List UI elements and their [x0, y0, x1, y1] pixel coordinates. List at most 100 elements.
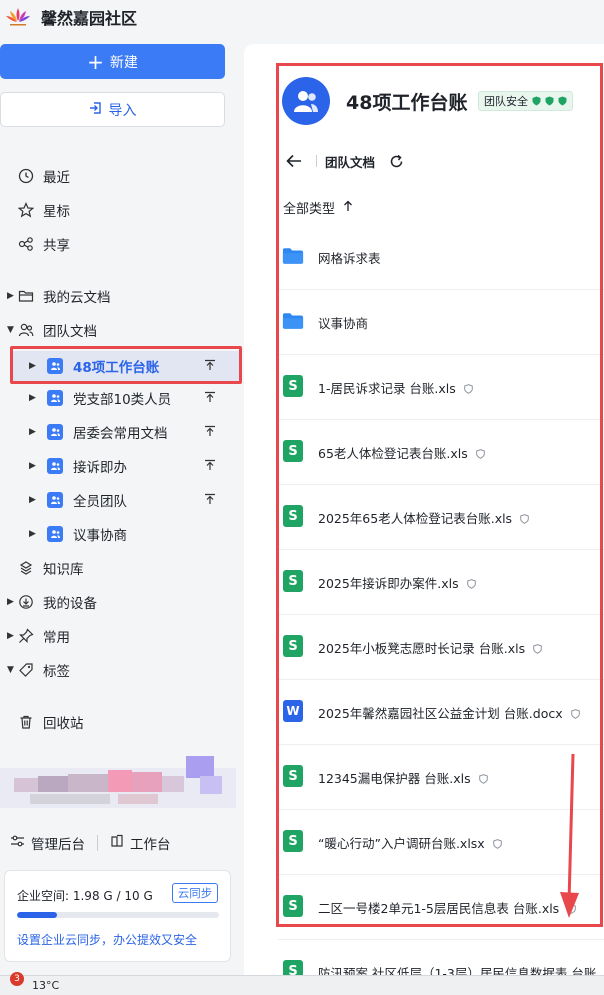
admin-console-button[interactable]: 管理后台	[10, 833, 85, 853]
file-name: 2025年小板凳志愿时长记录 台账.xls	[318, 638, 542, 657]
file-row[interactable]: S “暖心行动”入户调研台账.xlsx	[278, 810, 604, 875]
caret-down-icon[interactable]: ▼	[7, 665, 17, 675]
caret-down-icon[interactable]: ▼	[7, 325, 17, 335]
clock-icon	[17, 167, 35, 185]
blurred-region	[0, 754, 236, 818]
shield-outline-icon	[466, 577, 476, 592]
sidebar-item-team-docs[interactable]: ▼ 团队文档	[0, 317, 240, 343]
shield-icon	[558, 96, 567, 106]
refresh-icon[interactable]	[387, 152, 405, 170]
file-name: 2025年馨然嘉园社区公益金计划 台账.docx	[318, 703, 580, 722]
shield-outline-icon	[475, 447, 485, 462]
caret-right-icon[interactable]: ▶	[29, 461, 39, 471]
import-icon	[89, 101, 103, 119]
workbench-icon	[110, 834, 124, 852]
sort-up-arrow-icon[interactable]	[343, 200, 353, 216]
back-arrow-icon[interactable]	[284, 151, 304, 171]
pin-top-icon[interactable]	[204, 459, 216, 475]
file-row[interactable]: S 1-居民诉求记录 台账.xls	[278, 355, 604, 420]
file-name: 65老人体检登记表台账.xls	[318, 443, 485, 462]
workbench-button[interactable]: 工作台	[110, 833, 171, 853]
shield-outline-icon	[463, 382, 473, 397]
weather-widget[interactable]: 3	[6, 971, 24, 994]
spreadsheet-icon: S	[282, 440, 304, 462]
file-row[interactable]: S 65老人体检登记表台账.xls	[278, 420, 604, 485]
shield-outline-icon	[533, 642, 542, 657]
sidebar-item-committee-docs[interactable]: ▶ 居委会常用文档	[0, 419, 240, 445]
team-folder-icon	[47, 390, 63, 406]
community-logo-icon	[4, 6, 32, 28]
sidebar-item-trash[interactable]: 回收站	[0, 709, 240, 735]
file-row[interactable]: S 12345漏电保护器 台账.xls	[278, 745, 604, 810]
device-icon	[17, 593, 35, 611]
annotation-highlight-box	[10, 346, 242, 384]
sidebar-item-frequent[interactable]: ▶ 常用	[0, 623, 240, 649]
file-row[interactable]: 网格诉求表	[278, 225, 604, 290]
new-button[interactable]: + 新建	[0, 44, 225, 79]
file-name: 议事协商	[318, 316, 369, 331]
file-row[interactable]: S 2025年65老人体检登记表台账.xls	[278, 485, 604, 550]
admin-row: 管理后台 工作台	[0, 830, 236, 856]
settings-sliders-icon	[10, 834, 25, 852]
folder-toolbar: 团队文档	[284, 150, 405, 172]
shield-icon	[545, 96, 554, 106]
taskbar: 3 13°C	[0, 971, 604, 995]
team-folder-icon	[47, 424, 63, 440]
file-row[interactable]: S 二区一号楼2单元1-5层居民信息表 台账.xls	[278, 875, 604, 940]
file-row[interactable]: S 2025年小板凳志愿时长记录 台账.xls	[278, 615, 604, 680]
sidebar-item-party-branch[interactable]: ▶ 党支部10类人员	[0, 385, 240, 411]
team-folder-icon	[47, 458, 63, 474]
file-row[interactable]: 议事协商	[278, 290, 604, 355]
spreadsheet-icon: S	[282, 895, 304, 917]
spreadsheet-icon: S	[282, 765, 304, 787]
import-button[interactable]: 导入	[0, 92, 225, 127]
breadcrumb[interactable]: 团队文档	[325, 152, 375, 171]
spreadsheet-icon: S	[282, 505, 304, 527]
caret-right-icon[interactable]: ▶	[29, 393, 39, 403]
security-badge[interactable]: 团队安全	[478, 91, 573, 111]
folder-icon	[282, 245, 304, 267]
caret-right-icon[interactable]: ▶	[7, 291, 17, 301]
folder-icon	[282, 310, 304, 332]
cloud-sync-link[interactable]: 设置企业云同步，办公提效又安全	[17, 931, 197, 948]
sidebar-item-knowledge[interactable]: 知识库	[0, 555, 240, 581]
storage-progress-fill	[17, 912, 57, 918]
sidebar-item-my-cloud-docs[interactable]: ▶ 我的云文档	[0, 283, 240, 309]
storage-panel: 企业空间: 1.98 G / 10 G 云同步 设置企业云同步，办公提效又安全	[4, 870, 231, 962]
caret-right-icon[interactable]: ▶	[7, 597, 17, 607]
caret-right-icon[interactable]: ▶	[29, 427, 39, 437]
team-people-icon	[294, 91, 318, 112]
shield-outline-icon	[570, 707, 580, 722]
spreadsheet-icon: S	[282, 830, 304, 852]
shield-outline-icon	[492, 837, 502, 852]
file-row[interactable]: S 2025年接诉即办案件.xls	[278, 550, 604, 615]
sidebar-item-all-staff[interactable]: ▶ 全员团队	[0, 487, 240, 513]
sidebar-item-recent[interactable]: 最近	[0, 163, 240, 189]
file-row[interactable]: W 2025年馨然嘉园社区公益金计划 台账.docx	[278, 680, 604, 745]
sidebar-item-starred[interactable]: 星标	[0, 197, 240, 223]
app-title: 馨然嘉园社区	[41, 9, 138, 28]
team-title: 48项工作台账	[346, 92, 468, 114]
sidebar-item-shared[interactable]: 共享	[0, 231, 240, 257]
sidebar-item-complaints[interactable]: ▶ 接诉即办	[0, 453, 240, 479]
cloud-sync-button[interactable]: 云同步	[172, 883, 218, 903]
pin-top-icon[interactable]	[204, 391, 216, 407]
shield-icon	[532, 96, 541, 106]
team-icon	[17, 321, 35, 339]
caret-right-icon[interactable]: ▶	[29, 495, 39, 505]
type-filter[interactable]: 全部类型	[283, 198, 353, 217]
pin-top-icon[interactable]	[204, 425, 216, 441]
sidebar-item-my-devices[interactable]: ▶ 我的设备	[0, 589, 240, 615]
shield-outline-icon	[520, 512, 529, 527]
caret-right-icon[interactable]: ▶	[7, 631, 17, 641]
file-name: 1-居民诉求记录 台账.xls	[318, 378, 473, 397]
file-name: 网格诉求表	[318, 251, 381, 266]
sidebar-item-tags[interactable]: ▼ 标签	[0, 657, 240, 683]
file-name: 2025年65老人体检登记表台账.xls	[318, 508, 529, 527]
knowledge-icon	[17, 559, 35, 577]
caret-right-icon[interactable]: ▶	[29, 529, 39, 539]
team-folder-icon	[47, 526, 63, 542]
sidebar-item-deliberation[interactable]: ▶ 议事协商	[0, 521, 240, 547]
file-name: 12345漏电保护器 台账.xls	[318, 768, 488, 787]
pin-top-icon[interactable]	[204, 493, 216, 509]
